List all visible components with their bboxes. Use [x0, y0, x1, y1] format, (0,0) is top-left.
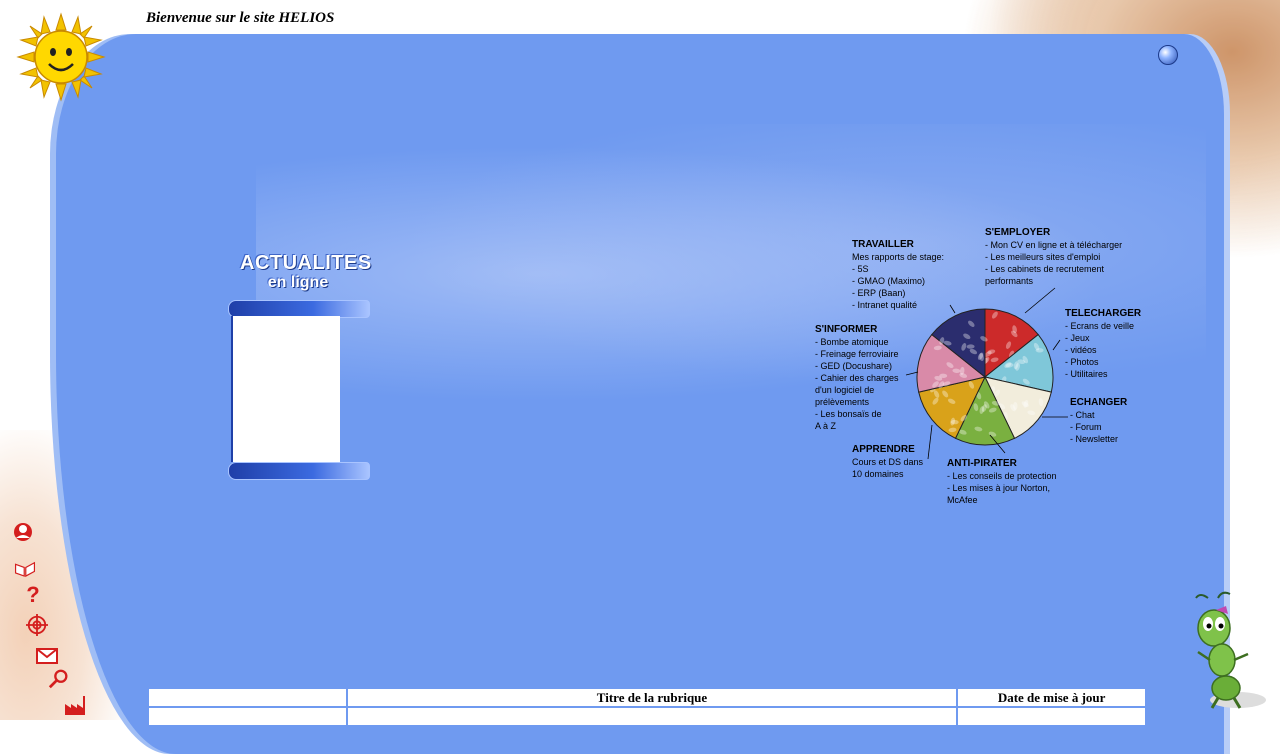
- section-line: - Les meilleurs sites d'emploi: [985, 252, 1100, 262]
- profile-icon[interactable]: [12, 522, 34, 544]
- section-line: - Ecrans de veille: [1065, 321, 1134, 331]
- factory-icon[interactable]: [64, 694, 86, 716]
- section-line: - Freinage ferroviaire: [815, 349, 899, 359]
- site-sections-pie: TRAVAILLER Mes rapports de stage: - 5S -…: [810, 225, 1155, 515]
- section-line: - Cahier des charges: [815, 373, 899, 383]
- section-antipirater[interactable]: ANTI-PIRATER - Les conseils de protectio…: [947, 458, 1057, 506]
- news-content-box[interactable]: [231, 316, 340, 462]
- sun-logo-icon[interactable]: [16, 12, 106, 102]
- globe-button[interactable]: [1158, 45, 1178, 65]
- news-scroll-bottom: [228, 462, 370, 480]
- section-heading: S'INFORMER: [815, 324, 899, 336]
- section-travailler[interactable]: TRAVAILLER Mes rapports de stage: - 5S -…: [852, 239, 944, 311]
- table-row[interactable]: [148, 707, 1146, 726]
- section-echanger[interactable]: ECHANGER - Chat - Forum - Newsletter: [1070, 397, 1127, 445]
- section-line: - Newsletter: [1070, 434, 1118, 444]
- section-line: Mes rapports de stage:: [852, 252, 944, 262]
- pie-texture: [1036, 348, 1044, 352]
- table-cell: [148, 707, 347, 726]
- page-title: Bienvenue sur le site HELIOS: [146, 10, 334, 27]
- rubriques-table: Titre de la rubrique Date de mise à jour: [147, 687, 1147, 727]
- table-cell: [347, 707, 957, 726]
- section-heading: TRAVAILLER: [852, 239, 944, 251]
- mail-icon[interactable]: [36, 645, 58, 667]
- news-title-line1: ACTUALITES: [240, 252, 360, 274]
- section-line: - Intranet qualité: [852, 300, 917, 310]
- section-line: - Les cabinets de recrutement: [985, 264, 1104, 274]
- news-title-line2: en ligne: [236, 274, 360, 292]
- table-header-title: Titre de la rubrique: [347, 688, 957, 707]
- table-header-row: Titre de la rubrique Date de mise à jour: [148, 688, 1146, 707]
- table-header-cell: [148, 688, 347, 707]
- section-line: - Mon CV en ligne et à télécharger: [985, 240, 1122, 250]
- ant-mascot-icon: [1178, 590, 1270, 715]
- section-line: A à Z: [815, 421, 836, 431]
- target-icon[interactable]: [26, 614, 48, 636]
- section-heading: TELECHARGER: [1065, 308, 1141, 320]
- table-header-date: Date de mise à jour: [957, 688, 1146, 707]
- section-line: - GMAO (Maximo): [852, 276, 925, 286]
- section-line: - Forum: [1070, 422, 1102, 432]
- section-line: - Bombe atomique: [815, 337, 889, 347]
- section-heading: ANTI-PIRATER: [947, 458, 1057, 470]
- section-line: McAfee: [947, 495, 978, 505]
- book-icon[interactable]: [14, 558, 36, 580]
- section-line: - Photos: [1065, 357, 1099, 367]
- section-line: performants: [985, 276, 1033, 286]
- section-line: - ERP (Baan): [852, 288, 905, 298]
- section-line: - Les mises à jour Norton,: [947, 483, 1050, 493]
- section-line: - Chat: [1070, 410, 1095, 420]
- search-icon[interactable]: [48, 668, 70, 690]
- section-sinformer[interactable]: S'INFORMER - Bombe atomique - Freinage f…: [815, 324, 899, 432]
- section-line: prélèvements: [815, 397, 869, 407]
- news-heading: ACTUALITES en ligne: [240, 252, 360, 292]
- section-line: d'un logiciel de: [815, 385, 874, 395]
- section-line: - vidéos: [1065, 345, 1097, 355]
- section-semployer[interactable]: S'EMPLOYER - Mon CV en ligne et à téléch…: [985, 227, 1122, 287]
- table-cell: [957, 707, 1146, 726]
- section-heading: ECHANGER: [1070, 397, 1127, 409]
- section-line: - 5S: [852, 264, 869, 274]
- help-question-icon[interactable]: ?: [22, 584, 44, 606]
- section-line: - Les bonsaïs de: [815, 409, 882, 419]
- section-telecharger[interactable]: TELECHARGER - Ecrans de veille - Jeux - …: [1065, 308, 1141, 380]
- section-line: 10 domaines: [852, 469, 904, 479]
- section-line: - Les conseils de protection: [947, 471, 1057, 481]
- section-heading: S'EMPLOYER: [985, 227, 1122, 239]
- section-line: Cours et DS dans: [852, 457, 923, 467]
- section-heading: APPRENDRE: [852, 444, 923, 456]
- section-line: - Jeux: [1065, 333, 1090, 343]
- section-apprendre[interactable]: APPRENDRE Cours et DS dans 10 domaines: [852, 444, 923, 480]
- section-line: - Utilitaires: [1065, 369, 1108, 379]
- section-line: - GED (Docushare): [815, 361, 892, 371]
